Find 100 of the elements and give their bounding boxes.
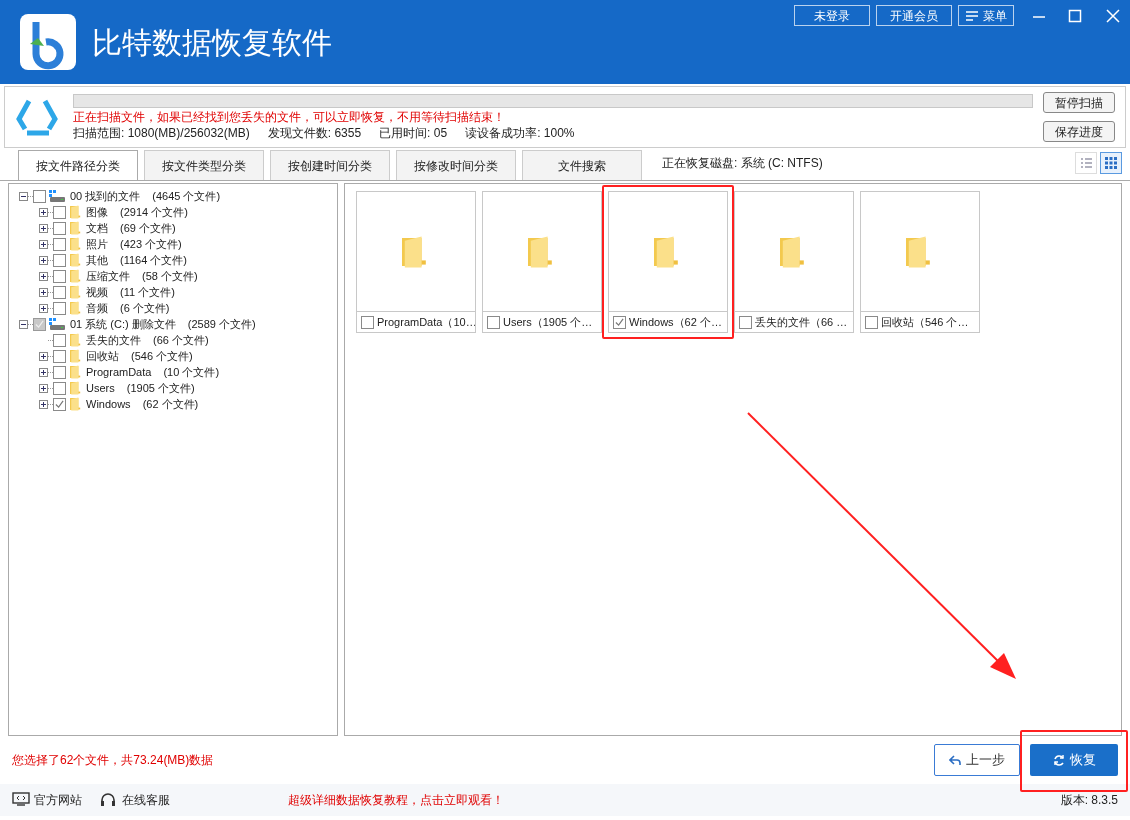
tab[interactable]: 按文件路径分类 <box>18 150 138 180</box>
file-count: (4645 个文件) <box>152 188 221 204</box>
file-count: (69 个文件) <box>120 220 176 236</box>
title-bar-button[interactable]: 菜单 <box>958 5 1014 26</box>
expand-icon[interactable] <box>39 271 48 281</box>
file-count: (11 个文件) <box>120 284 175 300</box>
tree-item[interactable]: ProgramData <box>86 363 152 381</box>
expand-icon[interactable] <box>39 207 48 217</box>
window-title: 比特数据恢复软件 <box>92 24 332 61</box>
tree-item[interactable]: 文档 <box>86 219 108 237</box>
tree-item[interactable]: 音频 <box>86 299 108 317</box>
expand-icon[interactable] <box>39 287 48 297</box>
tree-item[interactable]: 照片 <box>86 235 108 253</box>
folder-tile[interactable]: Windows（62 个… <box>602 185 734 339</box>
scan-stat: 发现文件数: 6355 <box>267 126 362 140</box>
folder-icon <box>70 236 82 252</box>
tab[interactable]: 按文件类型分类 <box>144 150 264 180</box>
maximize-icon[interactable] <box>1068 8 1082 23</box>
title-bar-button[interactable]: 开通会员 <box>876 5 952 26</box>
tree-item[interactable]: 图像 <box>86 203 108 221</box>
checkbox[interactable] <box>53 301 66 315</box>
scan-button[interactable]: 保存进度 <box>1043 121 1115 142</box>
checkbox[interactable] <box>53 205 66 219</box>
tile-label: ProgramData（10… <box>377 314 475 330</box>
tree-item[interactable]: 01 系统 (C:) 删除文件 <box>70 315 176 333</box>
checkbox[interactable] <box>865 315 878 329</box>
folder-icon <box>70 300 82 316</box>
scan-stat: 扫描范围: 1080(MB)/256032(MB) <box>73 126 250 140</box>
checkbox[interactable] <box>53 221 66 235</box>
folder-icon <box>70 252 82 268</box>
file-count: (6 个文件) <box>120 300 170 316</box>
back-arrow-icon <box>949 754 961 766</box>
menu-icon <box>965 9 979 22</box>
expand-icon[interactable] <box>39 383 48 393</box>
file-count: (66 个文件) <box>153 332 209 348</box>
folder-icon <box>70 220 82 236</box>
checkbox[interactable] <box>613 315 626 329</box>
back-button[interactable]: 上一步 <box>934 744 1020 776</box>
expand-icon[interactable] <box>39 255 48 265</box>
tab[interactable]: 按创建时间分类 <box>270 150 390 180</box>
collapse-icon[interactable] <box>19 191 28 201</box>
selection-summary: 您选择了62个文件，共73.24(MB)数据 <box>12 752 214 769</box>
website-link[interactable]: 官方网站 <box>12 791 82 809</box>
recover-button[interactable]: 恢复 <box>1030 744 1118 776</box>
file-count: (423 个文件) <box>120 236 182 252</box>
tree-item[interactable]: Users <box>86 379 115 397</box>
expand-icon[interactable] <box>39 367 48 377</box>
expand-icon[interactable] <box>39 223 48 233</box>
checkbox[interactable] <box>53 253 66 267</box>
checkbox[interactable] <box>33 189 46 203</box>
list-view-icon <box>1080 157 1092 169</box>
scan-button[interactable]: 暂停扫描 <box>1043 92 1115 113</box>
tree-item[interactable]: 回收站 <box>86 347 119 365</box>
refresh-icon <box>1052 754 1065 766</box>
headset-icon <box>100 792 118 808</box>
close-icon[interactable] <box>1106 8 1120 23</box>
support-link[interactable]: 在线客服 <box>100 791 170 809</box>
folder-icon <box>70 348 82 364</box>
checkbox[interactable] <box>53 381 66 395</box>
file-count: (1164 个文件) <box>120 252 188 268</box>
list-view-button[interactable] <box>1075 152 1097 174</box>
folder-icon <box>70 268 82 284</box>
file-count: (10 个文件) <box>163 364 220 380</box>
scan-stat: 读设备成功率: 100% <box>465 126 575 140</box>
tile-label: Users（1905 个… <box>503 314 593 330</box>
checkbox[interactable] <box>361 315 374 329</box>
tile-label: Windows（62 个… <box>629 314 722 330</box>
tab[interactable]: 文件搜索 <box>522 150 642 180</box>
checkbox[interactable] <box>53 365 66 379</box>
expand-icon[interactable] <box>39 303 48 313</box>
checkbox[interactable] <box>53 269 66 283</box>
tree-item[interactable]: 00 找到的文件 <box>70 187 141 205</box>
checkbox[interactable] <box>33 317 46 331</box>
checkbox[interactable] <box>487 315 500 329</box>
tree-item[interactable]: 丢失的文件 <box>86 331 141 349</box>
collapse-icon[interactable] <box>19 319 28 329</box>
title-bar-button[interactable]: 未登录 <box>794 5 870 26</box>
app-logo-icon <box>20 14 76 70</box>
tutorial-link[interactable]: 超级详细数据恢复教程，点击立即观看！ <box>288 791 504 809</box>
drive-icon <box>48 189 66 203</box>
expand-icon[interactable] <box>39 239 48 249</box>
checkbox[interactable] <box>53 285 66 299</box>
checkbox[interactable] <box>53 349 66 363</box>
tree-item[interactable]: 压缩文件 <box>86 267 130 285</box>
tree-item[interactable]: 其他 <box>86 251 108 269</box>
checkbox[interactable] <box>739 315 752 329</box>
checkbox[interactable] <box>53 333 66 347</box>
checkbox[interactable] <box>53 237 66 251</box>
tree-item[interactable]: 视频 <box>86 283 108 301</box>
checkbox[interactable] <box>53 397 66 411</box>
monitor-icon <box>12 792 30 808</box>
grid-view-button[interactable] <box>1100 152 1122 174</box>
grid-view-icon <box>1105 157 1117 169</box>
expand-icon[interactable] <box>39 399 48 409</box>
expand-icon[interactable] <box>39 351 48 361</box>
folder-icon <box>70 204 82 220</box>
file-count: (546 个文件) <box>131 348 193 364</box>
tree-item[interactable]: Windows <box>86 395 131 413</box>
tab[interactable]: 按修改时间分类 <box>396 150 516 180</box>
disk-label: 正在恢复磁盘: 系统 (C: NTFS) <box>662 155 823 172</box>
